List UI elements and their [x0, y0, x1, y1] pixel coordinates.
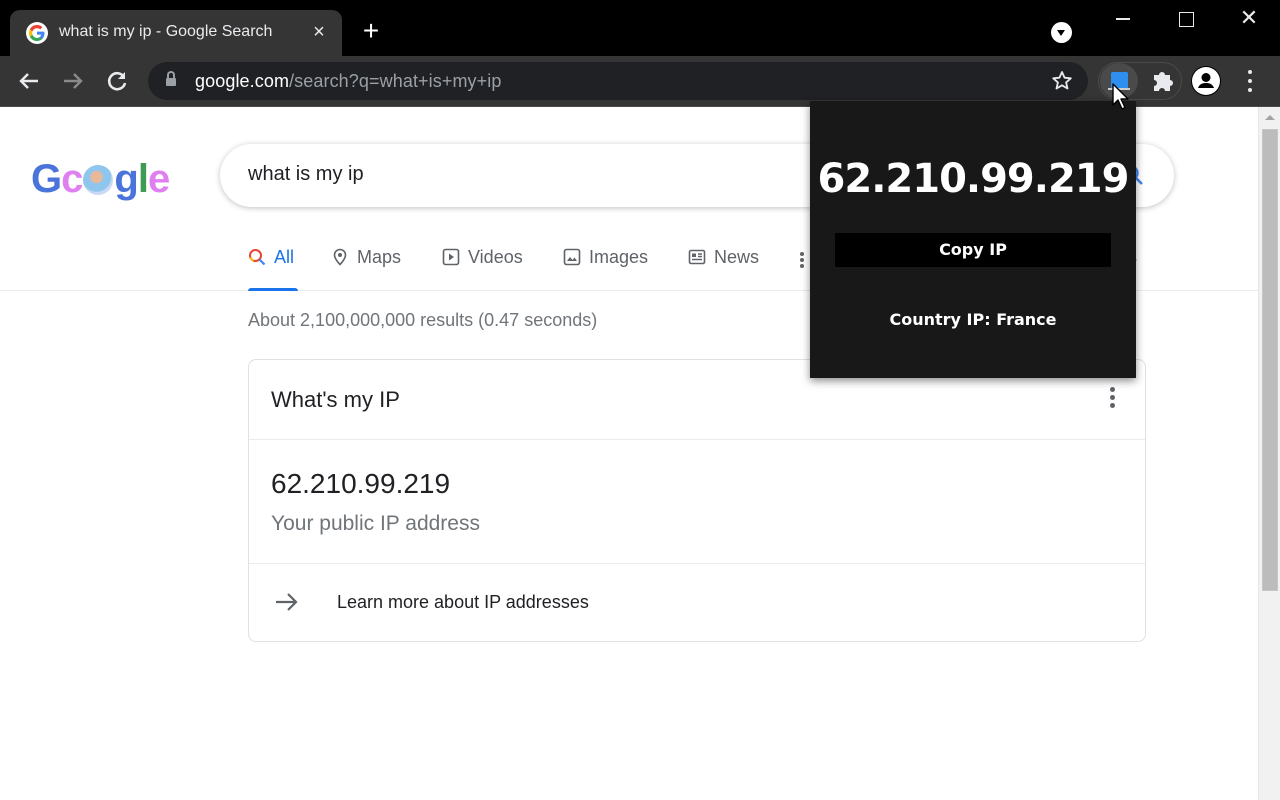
copy-ip-button[interactable]: Copy IP	[835, 233, 1111, 267]
scroll-thumb[interactable]	[1262, 129, 1278, 591]
dot	[1248, 70, 1252, 74]
bookmark-star-icon[interactable]	[1050, 69, 1074, 93]
extensions-button[interactable]	[1143, 63, 1181, 99]
tab-all[interactable]: All	[248, 247, 299, 291]
extensions-area	[1098, 62, 1182, 100]
popup-country: Country IP: France	[889, 310, 1057, 329]
arrow-right-icon	[276, 593, 298, 611]
tab-news[interactable]: News	[688, 247, 759, 291]
dot	[1248, 79, 1252, 83]
more-tabs-button[interactable]	[797, 251, 807, 271]
address-bar[interactable]: google.com/search?q=what+is+my+ip	[148, 62, 1088, 100]
browser-tab[interactable]: what is my ip - Google Search ×	[10, 10, 342, 56]
reload-button[interactable]	[102, 66, 132, 96]
card-title: What's my IP	[271, 387, 400, 412]
arrow-right-icon	[64, 73, 83, 89]
search-input[interactable]: what is my ip	[248, 163, 364, 186]
card-body: 62.210.99.219 Your public IP address	[249, 440, 1145, 564]
window-close-button[interactable]: ✕	[1234, 4, 1264, 32]
tab-search-button[interactable]	[1051, 22, 1072, 43]
new-tab-button[interactable]: +	[358, 17, 384, 45]
back-button[interactable]	[14, 66, 44, 96]
title-bar: what is my ip - Google Search × + ✕	[0, 0, 1280, 56]
image-icon	[563, 248, 581, 266]
search-icon	[249, 249, 266, 266]
whats-my-ip-card: What's my IP 62.210.99.219 Your public I…	[248, 359, 1146, 642]
tab-videos[interactable]: Videos	[442, 247, 523, 291]
dot	[800, 264, 804, 268]
page-scrollbar[interactable]	[1258, 107, 1280, 800]
profile-button[interactable]	[1191, 66, 1221, 96]
tab-images[interactable]: Images	[563, 247, 648, 291]
map-pin-icon	[333, 248, 347, 266]
tab-close-button[interactable]: ×	[308, 20, 330, 44]
ip-extension-popup: 62.210.99.219 Copy IP Country IP: France	[810, 101, 1136, 378]
url-text[interactable]: google.com/search?q=what+is+my+ip	[195, 71, 501, 92]
tab-title: what is my ip - Google Search	[59, 23, 273, 40]
public-ip-caption: Your public IP address	[271, 512, 480, 535]
maximize-button[interactable]	[1171, 4, 1201, 32]
google-g-icon	[26, 22, 48, 44]
forward-button[interactable]	[58, 66, 88, 96]
google-doodle-logo[interactable]: Gc gle	[31, 157, 170, 202]
minimize-button[interactable]	[1108, 4, 1138, 32]
play-icon	[442, 248, 460, 266]
dot	[1110, 387, 1115, 392]
avatar-icon	[1192, 67, 1220, 95]
puzzle-icon	[1154, 72, 1173, 91]
doodle-portrait-icon	[83, 165, 114, 195]
card-more-options-button[interactable]	[1107, 387, 1117, 413]
dot	[1248, 88, 1252, 92]
learn-more-label: Learn more about IP addresses	[337, 592, 589, 612]
tab-maps[interactable]: Maps	[331, 247, 401, 291]
lock-icon[interactable]	[166, 71, 176, 88]
dot	[800, 252, 804, 256]
dot	[800, 258, 804, 262]
public-ip-value: 62.210.99.219	[271, 468, 451, 499]
popup-ip-address: 62.210.99.219	[817, 156, 1130, 202]
results-stats: About 2,100,000,000 results (0.47 second…	[248, 310, 598, 330]
learn-more-link[interactable]: Learn more about IP addresses	[249, 564, 1145, 642]
dot	[1110, 403, 1115, 408]
arrow-left-icon	[19, 73, 38, 89]
browser-toolbar: google.com/search?q=what+is+my+ip	[0, 56, 1280, 107]
scroll-up-arrow-icon[interactable]	[1265, 115, 1275, 120]
reload-icon	[107, 71, 127, 91]
dot	[1110, 395, 1115, 400]
mouse-cursor-icon	[1112, 83, 1129, 110]
news-icon	[688, 249, 706, 265]
browser-menu-button[interactable]	[1240, 68, 1260, 94]
